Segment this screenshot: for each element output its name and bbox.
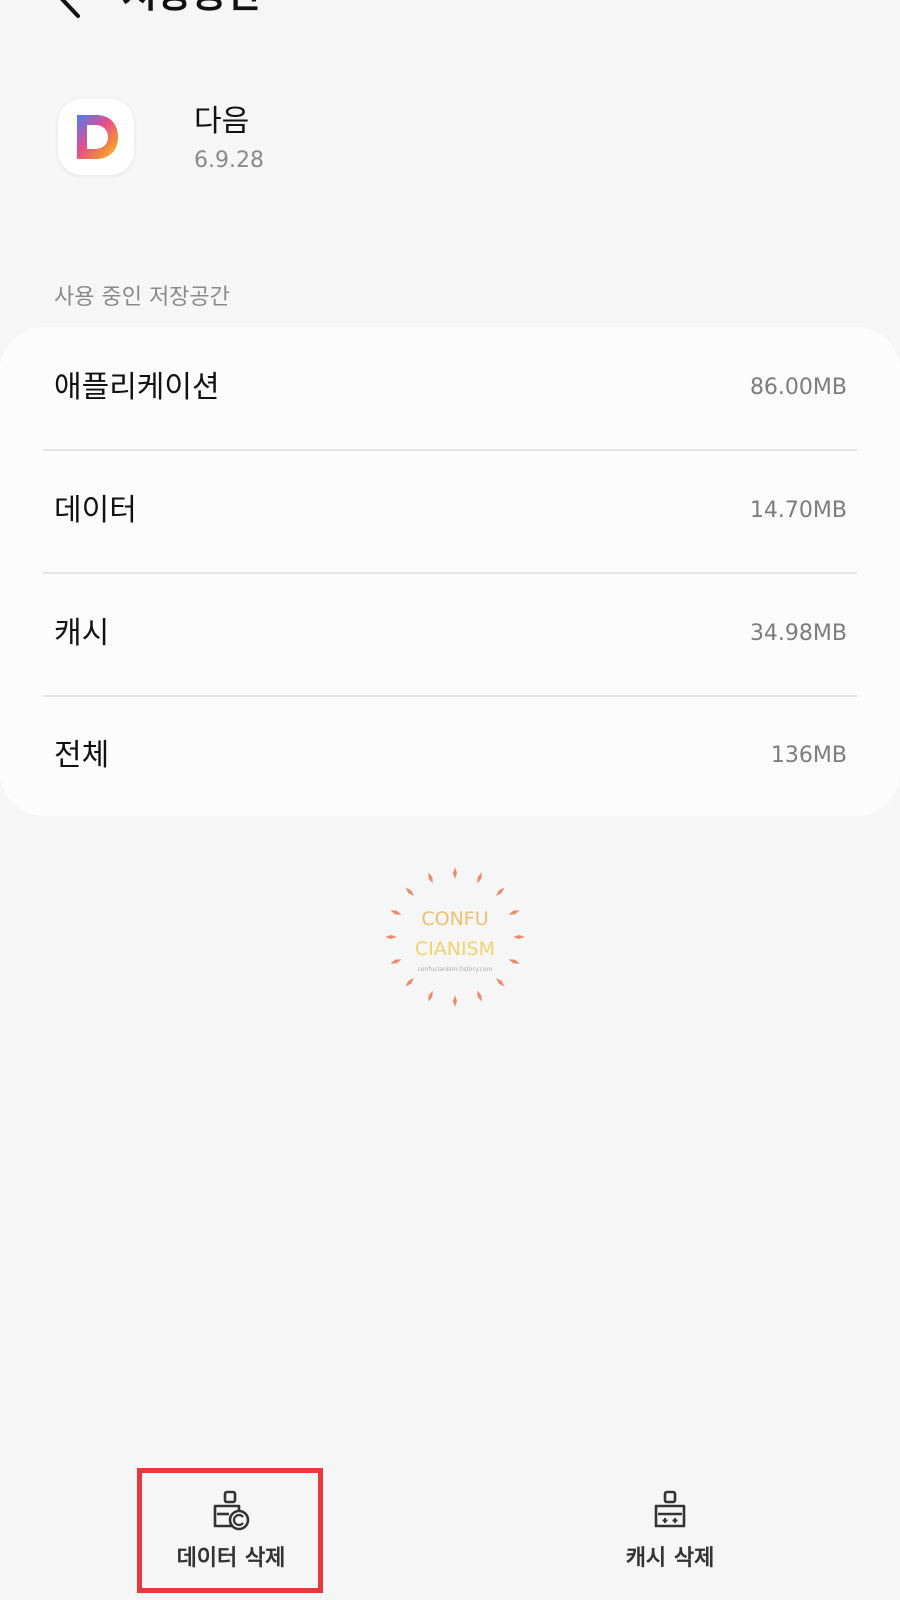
row-label: 캐시: [54, 616, 110, 651]
back-arrow-icon: [60, 0, 80, 18]
back-button[interactable]: [50, 0, 90, 22]
clear-cache-button[interactable]: 캐시 삭제: [576, 1468, 764, 1593]
watermark-ray: [405, 887, 414, 896]
storage-screen: 저장공간 다음 6.9.28 사용 중인 저장공간 애플리케이션 86.00MB…: [0, 0, 900, 1600]
watermark-line2: CIANISM: [414, 938, 496, 960]
row-label: 데이터: [54, 493, 137, 528]
app-icon: [58, 99, 134, 175]
storage-row-cache: 캐시 34.98MB: [0, 573, 900, 695]
row-label: 애플리케이션: [54, 370, 220, 405]
header: 저장공간: [0, 0, 900, 30]
clear-data-button[interactable]: 데이터 삭제: [137, 1468, 325, 1593]
watermark-logo: CONFU CIANISM confucianism.tistory.com: [385, 867, 525, 1007]
row-value: 86.00MB: [749, 375, 847, 400]
watermark-ray: [477, 872, 482, 884]
watermark-ray: [453, 995, 457, 1007]
clear-data-brush-icon: [213, 1490, 250, 1531]
watermark-line1: CONFU: [421, 908, 489, 930]
app-name: 다음: [194, 104, 250, 139]
storage-row-total: 전체 136MB: [0, 695, 900, 817]
watermark-ray: [428, 872, 433, 884]
row-value: 14.70MB: [749, 498, 847, 523]
watermark-ray: [477, 990, 482, 1002]
row-value: 34.98MB: [749, 621, 847, 646]
watermark-ray: [496, 978, 505, 987]
clear-cache-brush-icon: [654, 1490, 686, 1528]
page-title: 저장공간: [122, 0, 262, 22]
section-label: 사용 중인 저장공간: [54, 285, 230, 310]
watermark-line3: confucianism.tistory.com: [417, 966, 493, 973]
row-value: 136MB: [770, 743, 847, 768]
watermark-ray: [428, 990, 433, 1002]
watermark-ray: [405, 978, 414, 987]
storage-row-application: 애플리케이션 86.00MB: [0, 327, 900, 449]
daum-d-logo-icon: [77, 115, 118, 159]
clear-cache-label: 캐시 삭제: [625, 1546, 715, 1571]
watermark-ray: [453, 867, 457, 879]
clear-data-label: 데이터 삭제: [176, 1546, 286, 1571]
storage-row-data: 데이터 14.70MB: [0, 450, 900, 572]
watermark-ray: [496, 887, 505, 896]
row-label: 전체: [54, 738, 110, 773]
app-version: 6.9.28: [194, 148, 264, 173]
storage-card: 애플리케이션 86.00MB 데이터 14.70MB 캐시 34.98MB 전체…: [0, 327, 900, 816]
